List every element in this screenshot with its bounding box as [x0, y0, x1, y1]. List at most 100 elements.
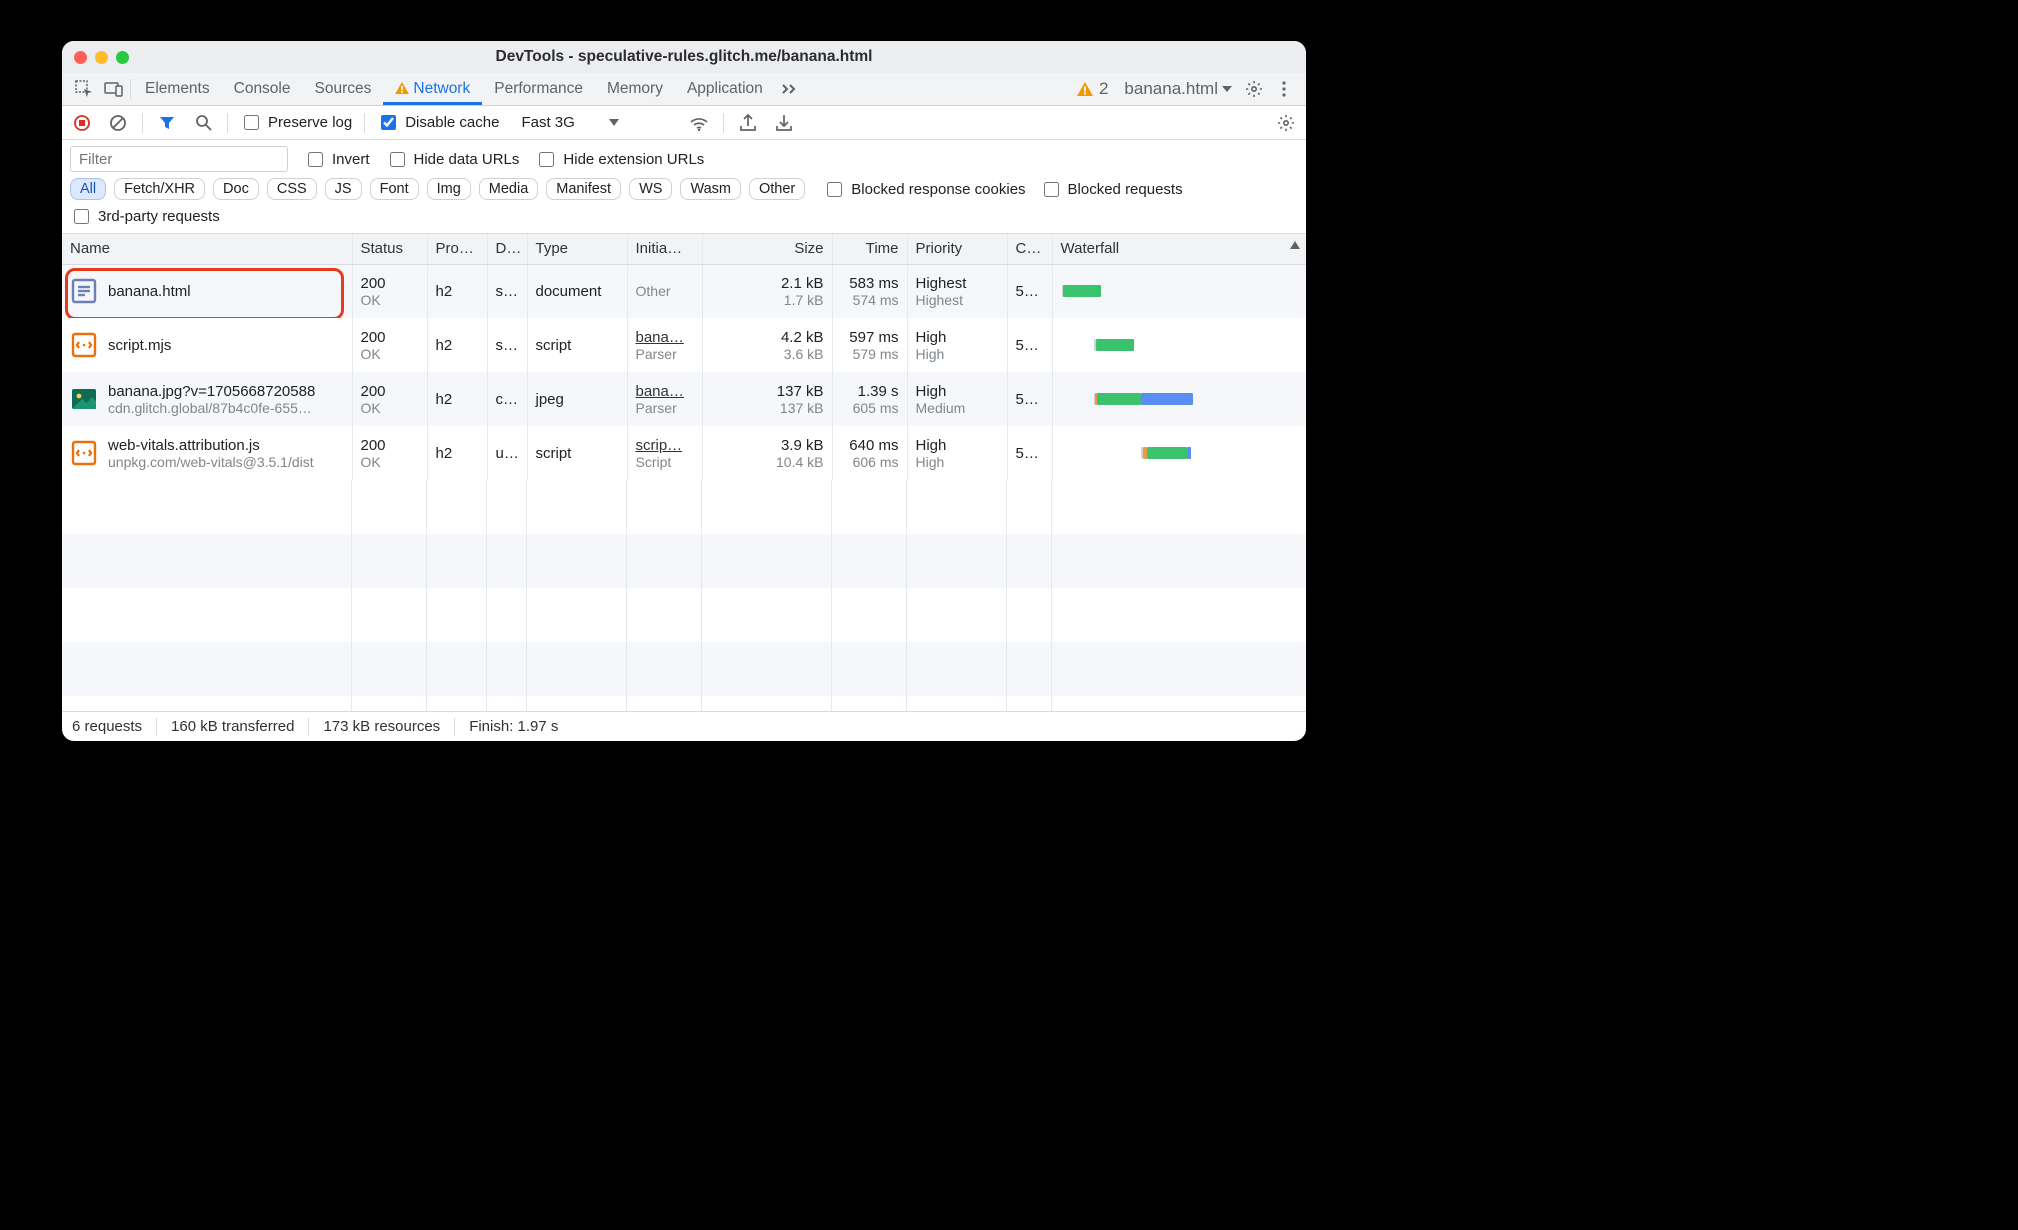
third-party-checkbox[interactable]: 3rd-party requests — [70, 206, 220, 227]
domain: sp… — [487, 318, 527, 372]
type-pill-font[interactable]: Font — [370, 178, 419, 200]
main-tab-performance[interactable]: Performance — [482, 74, 595, 104]
type-pill-fetchxhr[interactable]: Fetch/XHR — [114, 178, 205, 200]
col-time[interactable]: Time — [832, 234, 907, 264]
status-text: OK — [361, 454, 419, 470]
target-context-selector[interactable]: banana.html — [1118, 79, 1238, 99]
initiator-link[interactable]: bana… — [636, 329, 684, 346]
invert-label: Invert — [332, 151, 370, 168]
network-conditions-icon[interactable] — [687, 111, 711, 135]
type-pill-manifest[interactable]: Manifest — [546, 178, 621, 200]
status-finish: Finish: 1.97 s — [469, 718, 558, 735]
col-protocol[interactable]: Pro… — [427, 234, 487, 264]
main-tab-application[interactable]: Application — [675, 74, 775, 104]
request-path: cdn.glitch.global/87b4c0fe-655… — [108, 400, 315, 416]
type-pill-img[interactable]: Img — [427, 178, 471, 200]
main-tab-console[interactable]: Console — [222, 74, 303, 104]
col-status[interactable]: Status — [352, 234, 427, 264]
size: 2.1 kB — [781, 275, 824, 292]
preserve-log-checkbox[interactable]: Preserve log — [240, 112, 352, 133]
table-row[interactable]: script.mjs200OKh2sp…scriptbana…Parser4.2… — [62, 318, 1306, 372]
settings-gear-icon[interactable] — [1240, 75, 1268, 103]
col-size[interactable]: Size — [702, 234, 832, 264]
type-pill-doc[interactable]: Doc — [213, 178, 259, 200]
disable-cache-label: Disable cache — [405, 114, 499, 131]
panel-settings-gear-icon[interactable] — [1274, 111, 1298, 135]
import-har-icon[interactable] — [772, 111, 796, 135]
more-tabs-chevron-icon[interactable] — [777, 75, 805, 103]
type-pill-all[interactable]: All — [70, 178, 106, 200]
status-code: 200 — [361, 275, 386, 292]
warnings-indicator[interactable]: 2 — [1069, 79, 1116, 99]
type: script — [527, 318, 627, 372]
device-toolbar-icon[interactable] — [100, 75, 128, 103]
filter-icon[interactable] — [155, 111, 179, 135]
chevron-down-icon — [1222, 85, 1232, 93]
hide-extension-urls-label: Hide extension URLs — [563, 151, 704, 168]
type-pill-css[interactable]: CSS — [267, 178, 317, 200]
protocol: h2 — [427, 372, 487, 426]
col-waterfall[interactable]: Waterfall — [1052, 234, 1306, 264]
col-initiator[interactable]: Initia… — [627, 234, 702, 264]
invert-checkbox[interactable]: Invert — [304, 149, 370, 170]
col-name[interactable]: Name — [62, 234, 352, 264]
protocol: h2 — [427, 264, 487, 318]
status-resources: 173 kB resources — [323, 718, 440, 735]
priority: High — [916, 383, 947, 400]
priority-initial: Highest — [916, 292, 999, 308]
time: 1.39 s — [858, 383, 899, 400]
table-row[interactable]: banana.jpg?v=1705668720588cdn.glitch.glo… — [62, 372, 1306, 426]
col-type[interactable]: Type — [527, 234, 627, 264]
table-row[interactable]: banana.html200OKh2sp…documentOther2.1 kB… — [62, 264, 1306, 318]
time-latency: 579 ms — [841, 346, 899, 362]
size-raw: 1.7 kB — [711, 292, 824, 308]
clear-button[interactable] — [106, 111, 130, 135]
col-domain[interactable]: D… — [487, 234, 527, 264]
domain: cd… — [487, 372, 527, 426]
col-priority[interactable]: Priority — [907, 234, 1007, 264]
initiator-link[interactable]: bana… — [636, 383, 684, 400]
main-tab-network[interactable]: Network — [383, 74, 482, 105]
initiator-link[interactable]: scrip… — [636, 437, 683, 454]
time: 583 ms — [849, 275, 898, 292]
sort-asc-icon — [1290, 241, 1300, 249]
main-tab-memory[interactable]: Memory — [595, 74, 675, 104]
js-file-icon — [70, 331, 98, 359]
request-name: banana.jpg?v=1705668720588 — [108, 383, 315, 400]
table-header-row: Name Status Pro… D… Type Initia… Size Ti… — [62, 234, 1306, 264]
blocked-response-cookies-checkbox[interactable]: Blocked response cookies — [823, 179, 1025, 200]
waterfall-bar — [1061, 336, 1299, 354]
priority: Highest — [916, 275, 967, 292]
doc-file-icon — [70, 277, 98, 305]
record-button[interactable] — [70, 111, 94, 135]
type-pill-ws[interactable]: WS — [629, 178, 672, 200]
main-tab-elements[interactable]: Elements — [133, 74, 222, 104]
initiator-type: Script — [636, 454, 694, 470]
blocked-requests-checkbox[interactable]: Blocked requests — [1040, 179, 1183, 200]
table-empty-area — [62, 480, 1306, 711]
size: 4.2 kB — [781, 329, 824, 346]
inspect-element-icon[interactable] — [70, 75, 98, 103]
hide-extension-urls-checkbox[interactable]: Hide extension URLs — [535, 149, 704, 170]
domain: un… — [487, 426, 527, 480]
type-pill-media[interactable]: Media — [479, 178, 539, 200]
type-pill-wasm[interactable]: Wasm — [680, 178, 741, 200]
table-row[interactable]: web-vitals.attribution.jsunpkg.com/web-v… — [62, 426, 1306, 480]
export-har-icon[interactable] — [736, 111, 760, 135]
time-latency: 574 ms — [841, 292, 899, 308]
main-tab-sources[interactable]: Sources — [303, 74, 384, 104]
type-pill-js[interactable]: JS — [325, 178, 362, 200]
filter-input[interactable] — [70, 146, 288, 172]
size-raw: 3.6 kB — [711, 346, 824, 362]
throttling-selector[interactable]: Fast 3G — [511, 112, 674, 133]
hide-data-urls-checkbox[interactable]: Hide data URLs — [386, 149, 520, 170]
kebab-menu-icon[interactable] — [1270, 75, 1298, 103]
connection-id: 5… — [1007, 318, 1052, 372]
disable-cache-checkbox[interactable]: Disable cache — [377, 112, 499, 133]
initiator-type: Parser — [636, 346, 694, 362]
type-pill-other[interactable]: Other — [749, 178, 805, 200]
search-icon[interactable] — [191, 111, 215, 135]
col-connection[interactable]: C… — [1007, 234, 1052, 264]
status-text: OK — [361, 292, 419, 308]
type: document — [527, 264, 627, 318]
